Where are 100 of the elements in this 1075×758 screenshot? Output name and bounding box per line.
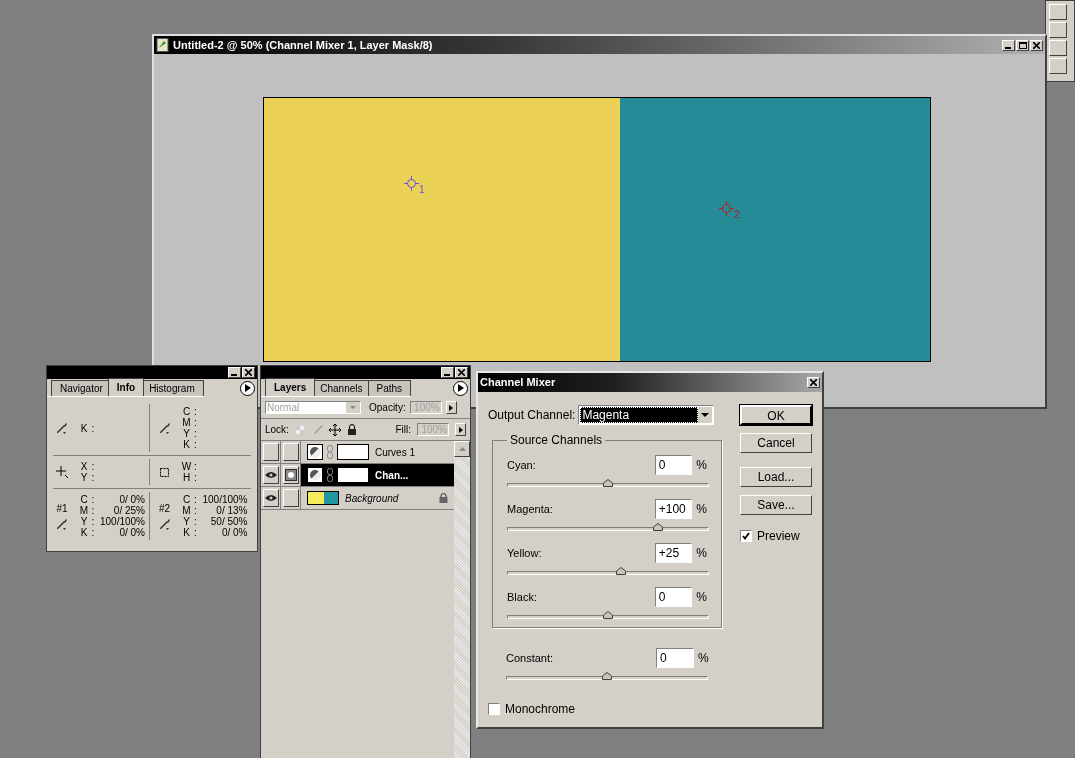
minimize-button[interactable] — [441, 367, 454, 378]
readout-label: Y — [79, 472, 89, 483]
percent-unit: % — [696, 501, 707, 518]
readout-separator: : — [193, 439, 198, 450]
readout-label: X — [79, 461, 89, 472]
percent-unit: % — [696, 457, 707, 474]
slider-thumb[interactable] — [603, 479, 613, 487]
checkbox[interactable] — [488, 703, 500, 715]
channel-label: Constant: — [506, 650, 555, 666]
close-button[interactable] — [242, 367, 255, 378]
visibility-toggle[interactable] — [262, 443, 279, 461]
close-button[interactable] — [807, 377, 820, 388]
checkbox[interactable] — [740, 530, 752, 542]
close-icon — [810, 379, 817, 386]
readout-label: K — [182, 439, 191, 450]
play-icon — [457, 384, 464, 392]
mask-toggle[interactable] — [282, 466, 299, 484]
readout-separator: : — [193, 516, 198, 527]
channel-label: Magenta: — [507, 501, 554, 517]
readout-separator: : — [193, 527, 198, 538]
move-icon[interactable] — [328, 423, 341, 436]
color-sampler-icon[interactable] — [404, 176, 419, 191]
readout-separator: : — [193, 417, 198, 428]
output-channel-dropdown[interactable]: Magenta — [578, 405, 715, 425]
layer-row[interactable]: Curves 1 — [261, 441, 454, 464]
panel-tab[interactable]: Layers — [265, 378, 316, 396]
minimize-button[interactable] — [228, 367, 241, 378]
readout-label: M — [181, 417, 192, 428]
document-icon — [156, 38, 170, 52]
readout-separator: : — [193, 472, 198, 483]
mask-toggle[interactable] — [282, 489, 299, 507]
panel-menu-button[interactable] — [453, 380, 468, 396]
percent-field[interactable]: +25 — [654, 543, 693, 563]
eyedropper-icon — [158, 422, 171, 434]
panel-tab[interactable]: Info — [107, 378, 145, 396]
document-title: Untitled-2 @ 50% (Channel Mixer 1, Layer Mask/8) — [173, 37, 434, 53]
maximize-button[interactable] — [1016, 39, 1029, 51]
eyedropper-icon — [158, 517, 171, 530]
readout-label: Y — [79, 516, 89, 527]
layer-row[interactable]: Chan... — [261, 464, 454, 487]
close-button[interactable] — [455, 367, 468, 378]
minimize-button[interactable] — [1002, 39, 1015, 51]
readout-label: K — [79, 422, 89, 434]
scrollbar[interactable] — [454, 441, 470, 758]
readout-value: 0/ 13% — [215, 505, 248, 516]
visibility-toggle[interactable] — [262, 489, 279, 507]
readout-label: K — [182, 527, 191, 538]
maximize-icon — [1018, 41, 1027, 49]
readout-separator: : — [90, 505, 96, 516]
layer-row[interactable]: Background — [261, 487, 454, 510]
slider-thumb[interactable] — [603, 611, 613, 619]
dialog-title: Channel Mixer — [480, 375, 557, 391]
slider-thumb[interactable] — [602, 672, 612, 680]
readout-separator: : — [193, 428, 198, 439]
dialog-button[interactable]: Save... — [740, 495, 812, 515]
readout-label: M — [181, 505, 192, 516]
visibility-toggle[interactable] — [262, 466, 279, 484]
adjustment-icon — [307, 444, 323, 460]
sampler-tag: #1 — [56, 502, 68, 514]
percent-field[interactable]: 0 — [656, 648, 694, 668]
readout-value: 100/100% — [201, 494, 248, 505]
color-sampler-icon[interactable] — [719, 201, 734, 216]
panel-menu-button[interactable] — [240, 380, 255, 396]
close-icon — [458, 369, 465, 376]
layer-name: Background — [345, 491, 399, 506]
readout-label: K — [79, 527, 89, 538]
readout-separator: : — [193, 406, 198, 417]
mask-icon — [284, 469, 297, 481]
link-icon — [327, 468, 333, 482]
opacity-label: Opacity: — [369, 401, 406, 415]
dialog-button[interactable]: Cancel — [740, 433, 812, 453]
lock-icon[interactable] — [346, 424, 357, 435]
readout-separator: : — [193, 494, 198, 505]
eye-icon — [264, 494, 277, 502]
percent-field[interactable]: 0 — [654, 587, 693, 607]
fill-label: Fill: — [395, 423, 411, 437]
readout-separator: : — [193, 461, 198, 472]
close-icon — [1033, 41, 1040, 49]
output-channel-label: Output Channel: — [488, 407, 576, 424]
readout-value: 50/ 50% — [209, 516, 248, 527]
fill-arrow-button[interactable] — [455, 423, 466, 436]
percent-field[interactable]: +100 — [654, 499, 693, 519]
mask-toggle[interactable] — [282, 443, 299, 461]
percent-field[interactable]: 0 — [654, 455, 693, 475]
slider-thumb[interactable] — [653, 523, 663, 531]
readout-separator: : — [90, 516, 96, 527]
layer-name: Chan... — [375, 468, 409, 483]
slider-thumb[interactable] — [615, 567, 626, 575]
panel-tab[interactable]: Paths — [367, 380, 412, 396]
opacity-arrow-button[interactable] — [445, 401, 457, 414]
close-button[interactable] — [1030, 39, 1043, 51]
scroll-up-button[interactable] — [454, 441, 470, 457]
dialog-button[interactable]: Load... — [740, 467, 812, 487]
readout-label: H — [181, 472, 192, 483]
readout-value: 100/100% — [98, 516, 145, 527]
dialog-button[interactable]: OK — [740, 405, 812, 425]
readout-separator: : — [90, 527, 96, 538]
readout-value: 0/ 25% — [112, 505, 145, 516]
eyedropper-icon — [56, 422, 68, 434]
readout-separator: : — [90, 422, 96, 434]
